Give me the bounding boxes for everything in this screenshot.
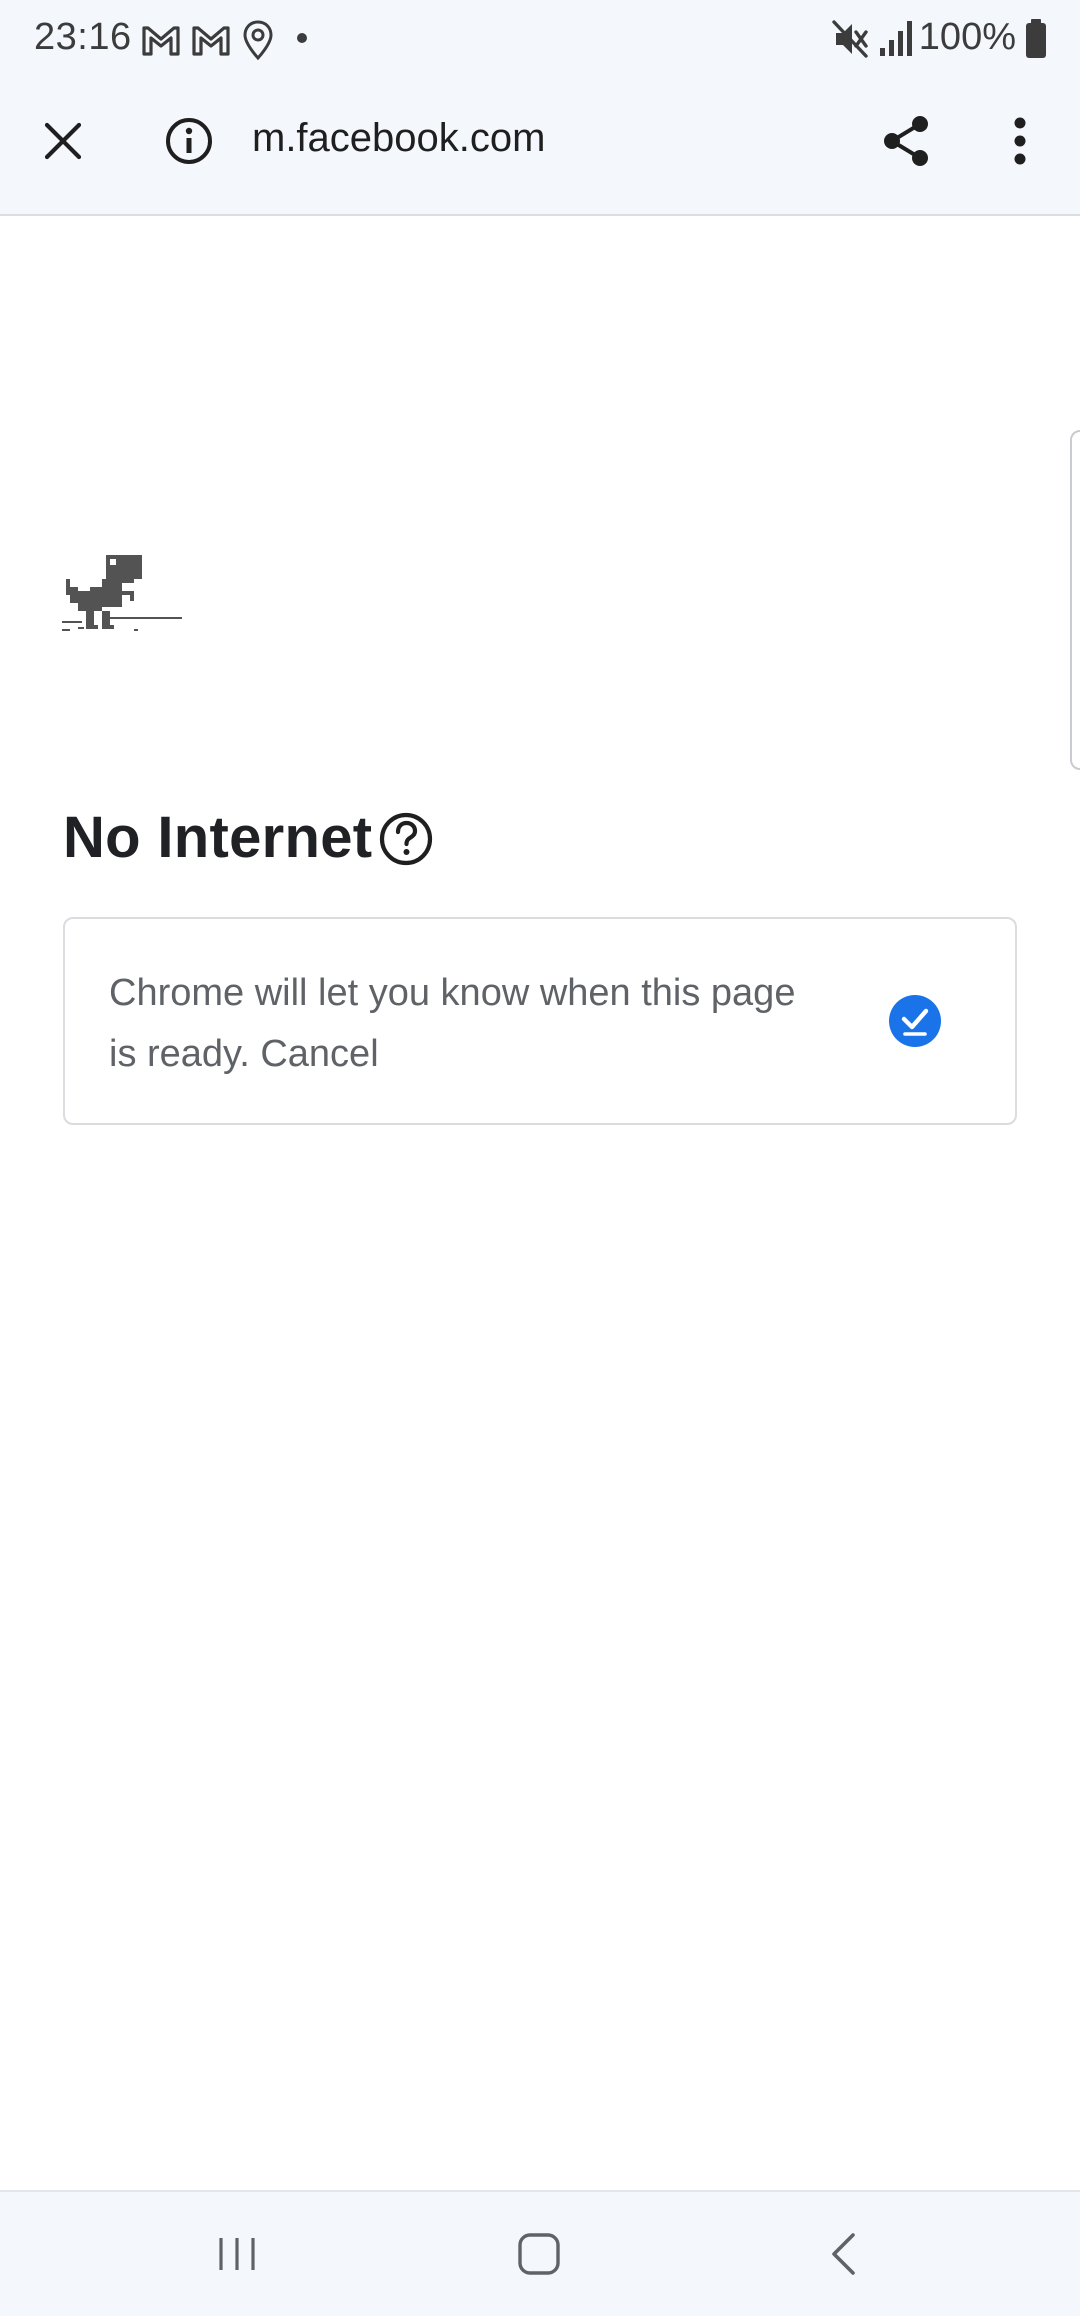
battery-percentage: 100%: [918, 16, 1016, 58]
system-navigation-bar: [0, 2190, 1080, 2316]
location-icon: [243, 20, 273, 61]
share-icon: [884, 116, 928, 166]
battery-icon: [1026, 19, 1046, 58]
gmail-icon: [192, 26, 230, 56]
more-vert-icon: [1014, 117, 1026, 165]
dino-icon[interactable]: [62, 553, 182, 673]
status-bar: 23:16 100%: [0, 0, 1080, 80]
help-icon[interactable]: [378, 811, 434, 867]
dot-icon: [297, 33, 307, 43]
recents-icon: [219, 2238, 255, 2270]
close-icon: [44, 122, 82, 160]
edge-panel-handle[interactable]: [1070, 430, 1080, 770]
recents-button[interactable]: [197, 2218, 277, 2290]
notify-when-ready-card[interactable]: Chrome will let you know when this page …: [63, 917, 1017, 1125]
home-button[interactable]: [499, 2218, 579, 2290]
page-info-button[interactable]: [149, 101, 229, 181]
close-tab-button[interactable]: [23, 101, 103, 181]
gmail-icon: [142, 26, 180, 56]
share-button[interactable]: [866, 101, 946, 181]
home-icon: [518, 2233, 560, 2275]
info-icon: [166, 118, 212, 164]
notify-message[interactable]: Chrome will let you know when this page …: [109, 963, 809, 1085]
browser-toolbar: m.facebook.com: [0, 80, 1080, 216]
back-button[interactable]: [803, 2218, 883, 2290]
more-options-button[interactable]: [980, 101, 1060, 181]
url-text[interactable]: m.facebook.com: [252, 116, 545, 161]
back-icon: [832, 2233, 855, 2275]
signal-icon: [880, 21, 912, 56]
status-time: 23:16: [34, 16, 132, 58]
mute-icon: [832, 20, 868, 58]
error-title: No Internet: [63, 805, 373, 870]
check-icon: [889, 995, 941, 1047]
